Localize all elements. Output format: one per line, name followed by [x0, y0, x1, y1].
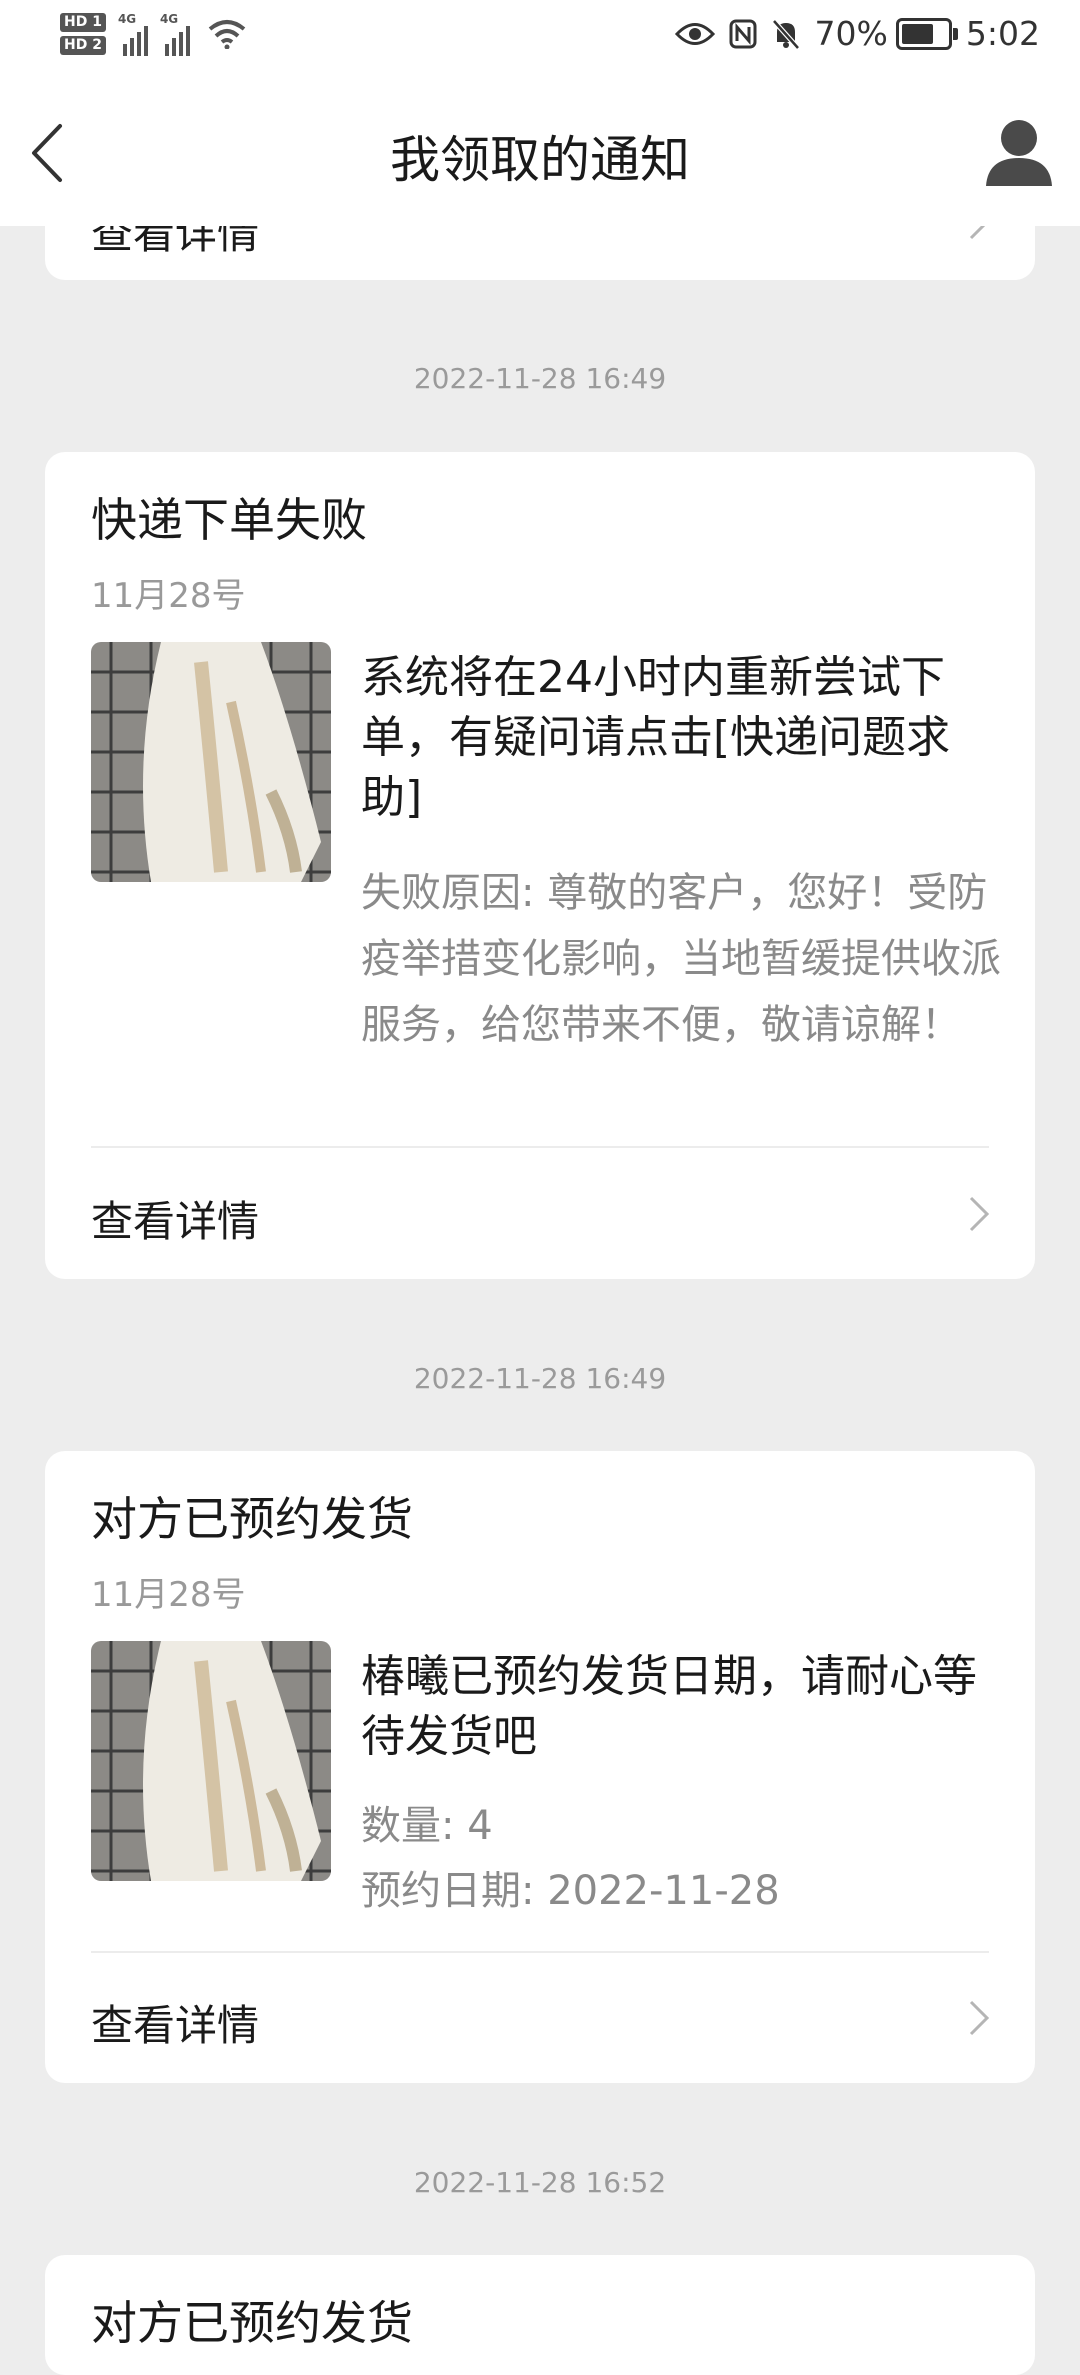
chevron-right-icon	[969, 2000, 990, 2036]
failure-reason: 失败原因: 尊敬的客户，您好！受防疫举措变化影响，当地暂缓提供收派服务，给您带来…	[361, 870, 1001, 1048]
notification-date: 11月28号	[91, 1575, 246, 1615]
product-thumbnail	[91, 642, 331, 882]
eye-icon	[674, 22, 715, 45]
signal-2-icon: 4G	[159, 12, 190, 56]
profile-icon[interactable]	[984, 116, 1054, 188]
view-details-link[interactable]: 查看详情	[91, 1188, 259, 1249]
network-type-1: 4G	[117, 12, 137, 26]
notification-date: 11月28号	[91, 576, 246, 616]
sim2-badge: HD 2	[60, 36, 106, 55]
battery-icon	[895, 17, 958, 50]
scheduled-date-text: 预约日期: 2022-11-28	[361, 1868, 780, 1914]
notification-title: 对方已预约发货	[91, 1492, 413, 1546]
notification-card[interactable]: 对方已预约发货 11月28号 椿曦已预约发货日期，请耐心等待发货吧 数量: 4 …	[45, 1451, 1035, 2083]
notification-card[interactable]: 对方已预约发货	[45, 2255, 1035, 2375]
divider	[91, 1951, 989, 1953]
notification-title: 快递下单失败	[91, 493, 367, 547]
status-bar: HD 1 HD 2 4G 4G 70% 5:02	[0, 0, 1080, 80]
clock: 5:02	[965, 14, 1040, 53]
page-title: 我领取的通知	[390, 131, 690, 189]
notification-card[interactable]: 快递下单失败 11月28号 系统将在24小时内重新尝试下单，有疑问请点击[快递问…	[45, 452, 1035, 1279]
quantity-text: 数量: 4	[361, 1803, 493, 1849]
chevron-right-icon	[969, 1196, 990, 1232]
network-type-2: 4G	[159, 12, 179, 26]
divider	[91, 1146, 989, 1148]
battery-percent: 70%	[814, 14, 888, 53]
sim1-badge: HD 1	[60, 13, 106, 32]
timestamp: 2022-11-28 16:49	[413, 362, 667, 395]
notification-message: 椿曦已预约发货日期，请耐心等待发货吧	[361, 1651, 977, 1762]
signal-1-icon: 4G	[117, 12, 148, 56]
timestamp: 2022-11-28 16:52	[413, 2166, 667, 2199]
notification-title: 对方已预约发货	[91, 2296, 413, 2350]
nfc-icon	[729, 19, 757, 48]
product-thumbnail	[91, 1641, 331, 1881]
battery-fill	[901, 23, 933, 44]
mute-bell-icon	[771, 18, 800, 50]
sim-indicators: HD 1 HD 2	[60, 13, 106, 55]
wifi-icon	[208, 20, 246, 49]
nav-bar: 我领取的通知	[0, 80, 1080, 226]
view-details-link[interactable]: 查看详情	[91, 1992, 259, 2053]
notification-message: 系统将在24小时内重新尝试下单，有疑问请点击[快递问题求助]	[361, 652, 951, 823]
timestamp: 2022-11-28 16:49	[413, 1362, 667, 1395]
